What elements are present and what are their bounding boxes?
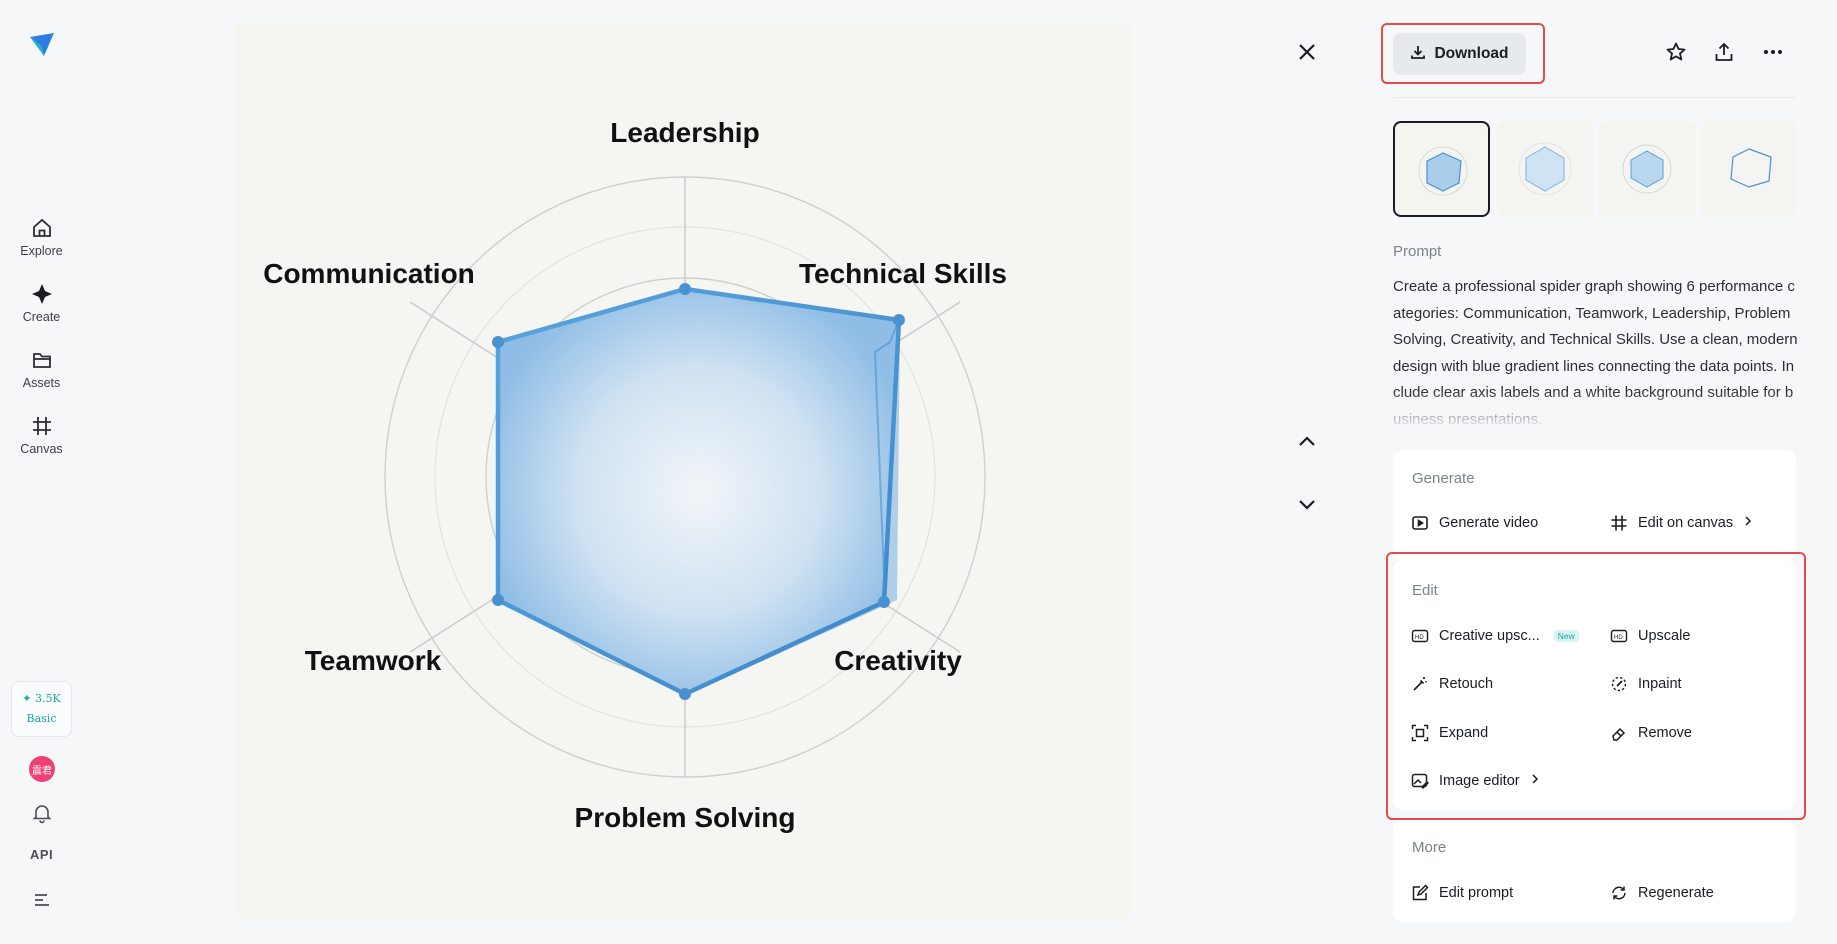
thumbnail-4[interactable]	[1701, 121, 1796, 217]
chevron-right-icon	[1530, 773, 1540, 789]
generated-image[interactable]: Leadership Technical Skills Creativity P…	[235, 22, 1132, 919]
canvas-icon	[1610, 514, 1628, 532]
edit-prompt-icon	[1411, 884, 1429, 902]
remove-label: Remove	[1638, 725, 1692, 741]
axis-label-communication: Communication	[263, 258, 475, 289]
folder-icon	[31, 349, 53, 371]
home-icon	[31, 217, 53, 239]
thumbnail-1[interactable]	[1393, 121, 1490, 217]
download-icon	[1410, 44, 1426, 65]
generate-video-label: Generate video	[1439, 515, 1539, 531]
generate-card: Generate Generate video Edit on canvas	[1393, 450, 1796, 560]
edit-prompt-label: Edit prompt	[1439, 885, 1514, 901]
retouch-label: Retouch	[1439, 676, 1494, 692]
regenerate-icon	[1610, 884, 1628, 902]
expand-label: Expand	[1439, 725, 1489, 741]
credits-plan: Basic	[26, 712, 57, 725]
left-navigation: Explore Create Assets Canvas ✦ 3.5K Basi…	[0, 0, 83, 944]
inpaint-label: Inpaint	[1638, 676, 1682, 692]
image-edit-icon	[1411, 772, 1429, 790]
play-icon	[1411, 514, 1429, 532]
credits-badge[interactable]: ✦ 3.5K Basic	[11, 681, 72, 737]
credits-amount: ✦ 3.5K	[22, 692, 61, 705]
download-label: Download	[1434, 45, 1509, 62]
canvas-icon	[31, 415, 53, 437]
nav-explore-label: Explore	[20, 244, 63, 258]
thumbnail-2[interactable]	[1497, 121, 1594, 217]
api-link[interactable]: API	[30, 847, 53, 862]
hd-plus-icon: HD	[1411, 627, 1429, 645]
more-icon[interactable]	[1762, 41, 1784, 63]
avatar[interactable]: 震君	[29, 756, 55, 782]
edit-prompt-button[interactable]: Edit prompt	[1411, 884, 1513, 902]
app-logo-icon[interactable]	[28, 31, 56, 59]
edit-title: Edit	[1412, 582, 1438, 599]
more-card: More Edit prompt Regenerate	[1393, 820, 1796, 922]
remove-button[interactable]: Remove	[1610, 724, 1692, 742]
edit-on-canvas-button[interactable]: Edit on canvas	[1610, 514, 1753, 532]
sparkle-icon	[31, 283, 53, 305]
menu-icon[interactable]	[32, 892, 52, 908]
chevron-down-icon[interactable]	[1296, 493, 1318, 515]
edit-card: Edit HD Creative upsc... New HD Upscale …	[1393, 560, 1796, 810]
close-icon[interactable]	[1296, 41, 1318, 63]
new-badge: New	[1553, 630, 1579, 642]
nav-create[interactable]: Create	[0, 283, 83, 324]
axis-label-leadership: Leadership	[610, 117, 759, 148]
bell-icon[interactable]	[31, 802, 53, 824]
nav-canvas-label: Canvas	[20, 442, 63, 456]
magic-wand-icon	[1411, 675, 1429, 693]
divider	[1393, 97, 1796, 98]
inpaint-icon	[1610, 675, 1628, 693]
image-editor-button[interactable]: Image editor	[1411, 772, 1540, 790]
regenerate-label: Regenerate	[1638, 885, 1714, 901]
thumbnail-3[interactable]	[1599, 121, 1696, 217]
expand-icon	[1411, 724, 1429, 742]
creative-upscale-button[interactable]: HD Creative upsc... New	[1411, 627, 1579, 645]
eraser-icon	[1610, 724, 1628, 742]
prompt-text: Create a professional spider graph showi…	[1393, 278, 1798, 424]
prompt-label: Prompt	[1393, 243, 1442, 260]
edit-on-canvas-label: Edit on canvas	[1638, 515, 1734, 531]
upscale-button[interactable]: HD Upscale	[1610, 627, 1690, 645]
generate-video-button[interactable]: Generate video	[1411, 514, 1538, 532]
axis-label-teamwork: Teamwork	[305, 645, 442, 676]
axis-label-creativity: Creativity	[834, 645, 962, 676]
retouch-button[interactable]: Retouch	[1411, 675, 1493, 693]
nav-create-label: Create	[22, 310, 61, 324]
more-title: More	[1412, 839, 1447, 856]
generate-title: Generate	[1412, 470, 1475, 487]
nav-assets-label: Assets	[22, 376, 61, 390]
nav-explore[interactable]: Explore	[0, 217, 83, 258]
upscale-label: Upscale	[1638, 628, 1691, 644]
star-icon[interactable]	[1665, 41, 1687, 63]
svg-text:HD: HD	[1614, 635, 1623, 641]
nav-canvas[interactable]: Canvas	[0, 415, 83, 456]
share-icon[interactable]	[1713, 41, 1735, 63]
inpaint-button[interactable]: Inpaint	[1610, 675, 1682, 693]
nav-assets[interactable]: Assets	[0, 349, 83, 390]
axis-label-problem-solving: Problem Solving	[575, 802, 796, 833]
axis-label-technical-skills: Technical Skills	[799, 258, 1007, 289]
hd-icon: HD	[1610, 627, 1628, 645]
creative-upscale-label: Creative upsc...	[1439, 628, 1540, 644]
image-editor-label: Image editor	[1439, 773, 1520, 789]
expand-button[interactable]: Expand	[1411, 724, 1488, 742]
spider-chart-image: Leadership Technical Skills Creativity P…	[263, 117, 1007, 833]
download-button[interactable]: Download	[1393, 33, 1526, 75]
regenerate-button[interactable]: Regenerate	[1610, 884, 1714, 902]
chevron-right-icon	[1743, 515, 1753, 531]
chevron-up-icon[interactable]	[1296, 430, 1318, 452]
svg-text:HD: HD	[1415, 635, 1424, 641]
